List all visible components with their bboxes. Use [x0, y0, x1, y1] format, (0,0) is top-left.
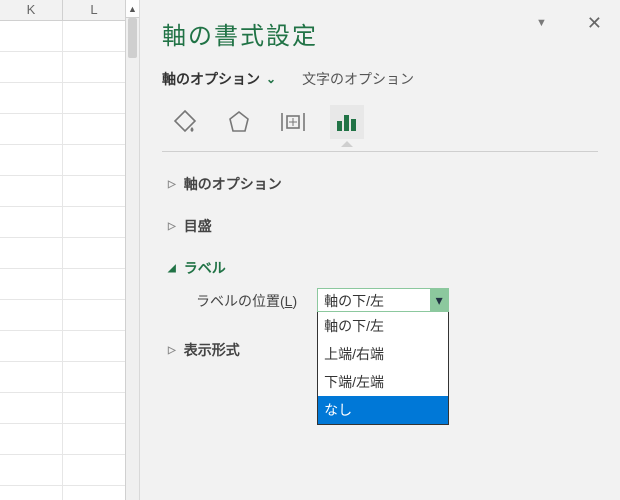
table-row[interactable]: [0, 393, 139, 424]
fill-icon[interactable]: [168, 105, 202, 139]
column-header-k[interactable]: K: [0, 0, 63, 20]
label-position-dropdown: 軸の下/左 上端/右端 下端/左端 なし: [317, 312, 449, 425]
section-labels[interactable]: ◢ ラベル ラベルの位置(L) 軸の下/左 ▾: [162, 252, 598, 324]
combo-dropdown-button[interactable]: ▾: [430, 289, 448, 311]
table-row[interactable]: [0, 21, 139, 52]
pane-menu-dropdown-icon[interactable]: ▼: [536, 17, 547, 29]
spreadsheet-area: K L ▲: [0, 0, 140, 500]
pane-title: 軸の書式設定: [162, 16, 598, 51]
label-position-label: ラベルの位置(L): [196, 288, 297, 311]
table-row[interactable]: [0, 424, 139, 455]
row-separator: [162, 151, 598, 152]
label-position-combo[interactable]: 軸の下/左 ▾: [317, 288, 449, 312]
caret-down-icon: ▾: [436, 292, 443, 309]
label-position-combo-wrap: 軸の下/左 ▾ 軸の下/左 上端/右端 下端/左端 なし: [317, 288, 449, 312]
tab-text-options-label: 文字のオプション: [302, 69, 414, 89]
section-number-format-label: 表示形式: [184, 340, 240, 360]
tab-axis-options[interactable]: 軸のオプション ⌄: [162, 69, 276, 89]
table-row[interactable]: [0, 83, 139, 114]
table-row[interactable]: [0, 269, 139, 300]
table-row[interactable]: [0, 362, 139, 393]
table-row[interactable]: [0, 52, 139, 83]
chevron-down-icon: ⌄: [266, 72, 276, 86]
scroll-up-button[interactable]: ▲: [126, 0, 139, 18]
column-headers: K L: [0, 0, 139, 21]
section-tick-marks-label: 目盛: [184, 216, 212, 236]
category-icon-row: [162, 105, 598, 139]
vertical-scrollbar[interactable]: ▲: [125, 0, 139, 500]
section-axis-options-label: 軸のオプション: [184, 174, 282, 194]
scroll-thumb[interactable]: [128, 18, 137, 58]
label-position-value: 軸の下/左: [318, 289, 430, 311]
triangle-right-icon: ▷: [168, 345, 176, 356]
section-axis-options[interactable]: ▷ 軸のオプション: [162, 168, 598, 200]
table-row[interactable]: [0, 238, 139, 269]
triangle-down-icon: ◢: [168, 263, 176, 274]
table-row[interactable]: [0, 145, 139, 176]
triangle-right-icon: ▷: [168, 179, 176, 190]
close-icon[interactable]: ✕: [587, 14, 602, 32]
table-row[interactable]: [0, 114, 139, 145]
table-row[interactable]: [0, 331, 139, 362]
format-axis-pane: ▼ ✕ 軸の書式設定 軸のオプション ⌄ 文字のオプション: [140, 0, 620, 500]
table-row[interactable]: [0, 300, 139, 331]
section-labels-label: ラベル: [184, 258, 226, 278]
section-labels-body: ラベルの位置(L) 軸の下/左 ▾ 軸の下/左 上端/右端: [168, 284, 598, 324]
table-row[interactable]: [0, 486, 139, 500]
column-header-l[interactable]: L: [63, 0, 126, 20]
tab-axis-options-label: 軸のオプション: [162, 69, 260, 89]
section-tick-marks[interactable]: ▷ 目盛: [162, 210, 598, 242]
dropdown-option[interactable]: 下端/左端: [318, 368, 448, 396]
grid-rows: [0, 21, 139, 500]
option-tabs: 軸のオプション ⌄ 文字のオプション: [162, 69, 598, 89]
table-row[interactable]: [0, 207, 139, 238]
dropdown-option[interactable]: なし: [318, 396, 448, 424]
dropdown-option[interactable]: 上端/右端: [318, 340, 448, 368]
table-row[interactable]: [0, 176, 139, 207]
table-row[interactable]: [0, 455, 139, 486]
size-icon[interactable]: [276, 105, 310, 139]
dropdown-option[interactable]: 軸の下/左: [318, 312, 448, 340]
triangle-right-icon: ▷: [168, 221, 176, 232]
effects-icon[interactable]: [222, 105, 256, 139]
tab-text-options[interactable]: 文字のオプション: [302, 69, 414, 89]
chart-icon[interactable]: [330, 105, 364, 139]
